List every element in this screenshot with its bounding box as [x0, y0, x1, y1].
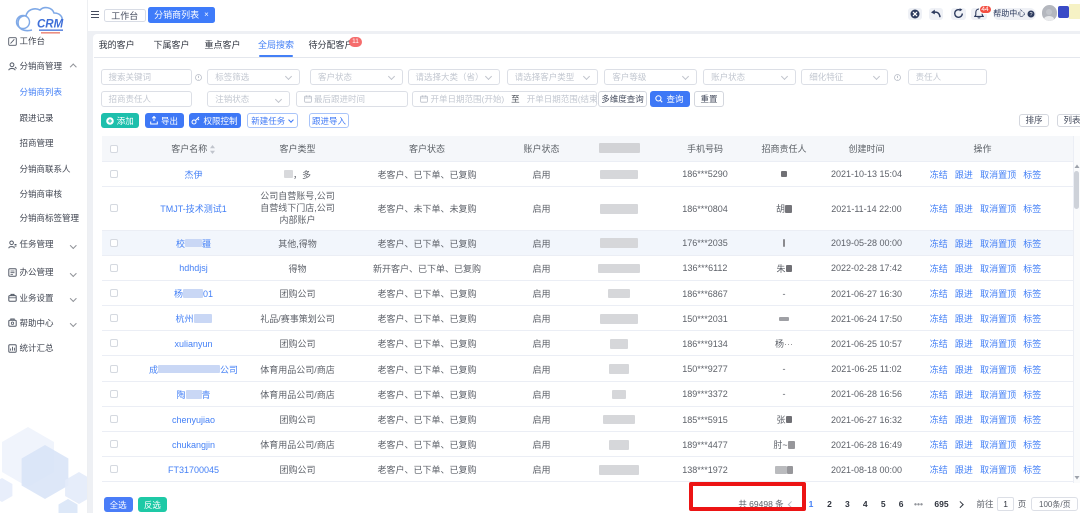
svg-text:?: ?: [1030, 12, 1033, 18]
svg-text:CRM: CRM: [37, 19, 64, 31]
